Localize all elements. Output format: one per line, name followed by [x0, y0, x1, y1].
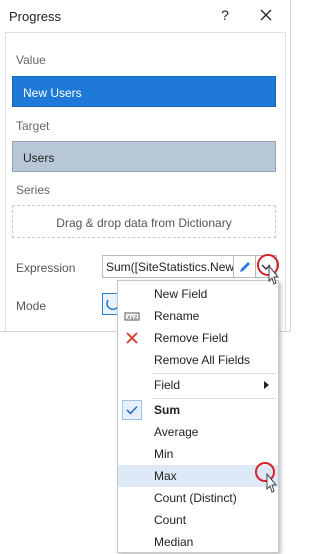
menu-item-remove-field[interactable]: Remove Field [118, 327, 278, 349]
menu-item-median[interactable]: Median [118, 531, 278, 553]
submenu-arrow-icon [264, 381, 269, 389]
remove-icon [124, 330, 140, 346]
target-field[interactable]: Users [12, 141, 276, 172]
series-drop-zone[interactable]: Drag & drop data from Dictionary [12, 205, 276, 238]
menu-item-remove-all-fields[interactable]: Remove All Fields [118, 349, 278, 371]
expression-input[interactable]: Sum([SiteStatistics.New U [102, 255, 234, 278]
mouse-cursor-icon [262, 472, 280, 496]
context-menu: New Field xyz Rename Remove Field Remove… [117, 280, 279, 553]
close-icon[interactable] [259, 8, 273, 22]
series-label: Series [16, 183, 51, 197]
menu-item-min[interactable]: Min [118, 443, 278, 465]
check-icon [122, 400, 142, 420]
menu-item-rename[interactable]: xyz Rename [118, 305, 278, 327]
expression-label: Expression [16, 261, 76, 275]
target-label: Target [16, 119, 50, 133]
value-label: Value [16, 53, 46, 67]
mouse-cursor-icon [264, 264, 282, 288]
expression-edit-button[interactable] [234, 255, 256, 278]
menu-item-new-field[interactable]: New Field [118, 283, 278, 305]
panel-title: Progress [9, 9, 62, 24]
menu-item-count-distinct[interactable]: Count (Distinct) [118, 487, 278, 509]
rename-icon: xyz [124, 308, 140, 324]
menu-item-average[interactable]: Average [118, 421, 278, 443]
pencil-icon [240, 262, 250, 272]
menu-item-sum[interactable]: Sum [118, 399, 278, 421]
menu-item-count[interactable]: Count [118, 509, 278, 531]
menu-item-max[interactable]: Max [118, 465, 278, 487]
value-field[interactable]: New Users [12, 76, 276, 107]
svg-text:xyz: xyz [127, 314, 137, 321]
mode-label: Mode [16, 299, 47, 313]
menu-item-field[interactable]: Field [118, 374, 278, 396]
help-icon[interactable]: ? [219, 7, 231, 23]
